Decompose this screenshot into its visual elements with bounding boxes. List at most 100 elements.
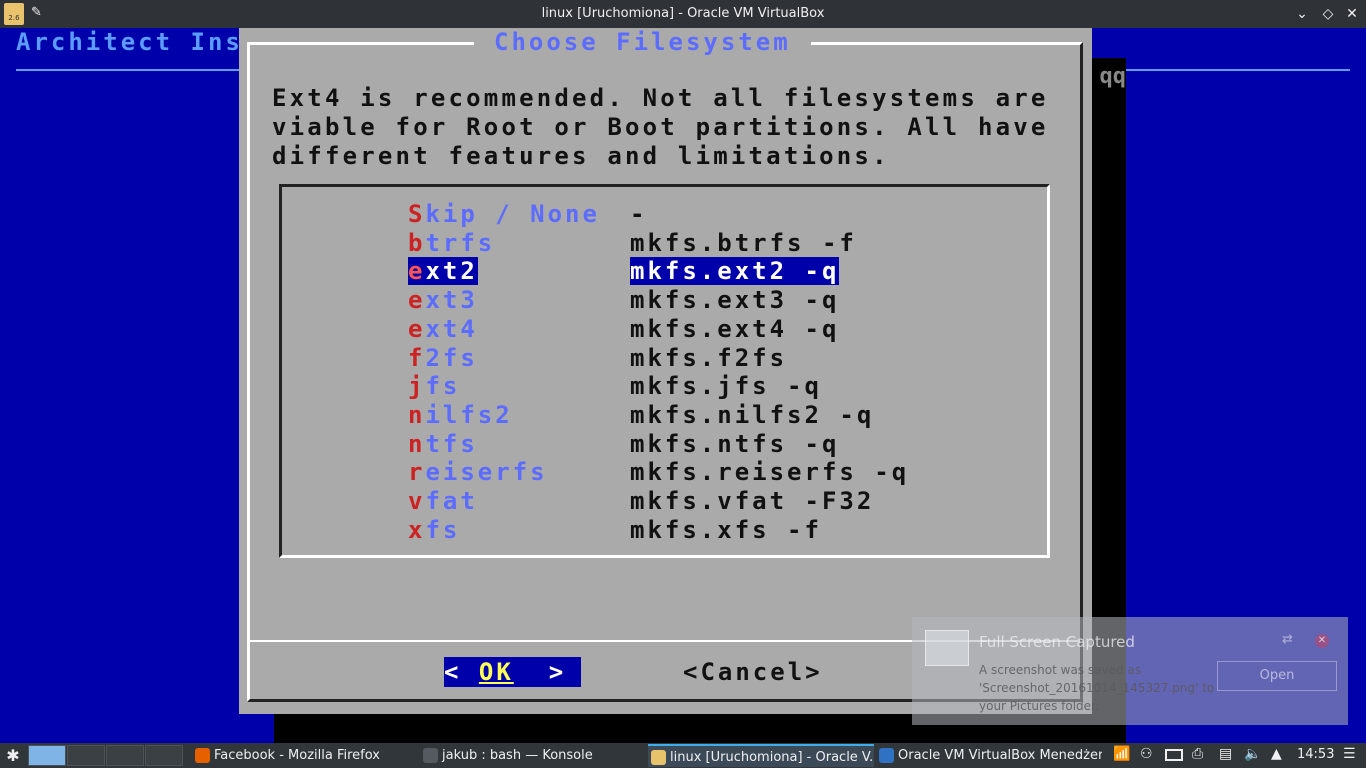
desktop-pager-3[interactable] (106, 745, 144, 766)
window-title: linux [Uruchomiona] - Oracle VM VirtualB… (541, 6, 825, 21)
filesystem-option[interactable]: reiserfs mkfs.reiserfs -q (282, 458, 1047, 486)
option-name: 2fs (425, 343, 478, 372)
task-label: Facebook - Mozilla Firefox (214, 748, 380, 763)
option-hotkey: n (408, 429, 426, 458)
printer-icon[interactable]: ⎙ (1192, 746, 1203, 762)
option-command: mkfs.ext2 -q (630, 257, 840, 286)
option-command: mkfs.ntfs -q (630, 429, 840, 458)
screenshot-notification[interactable]: Full Screen Captured ⇄ ✕ A screenshot wa… (912, 617, 1348, 725)
option-hotkey: x (408, 515, 426, 544)
filesystem-option[interactable]: Skip / None - (282, 200, 1047, 228)
minimize-button[interactable]: ⌄ (1292, 4, 1312, 24)
clock[interactable]: 14:53 (1297, 747, 1334, 762)
task-konsole[interactable]: jakub : bash — Konsole (420, 744, 646, 767)
notification-close-icon[interactable]: ✕ (1315, 634, 1329, 648)
filesystem-option[interactable]: f2fs mkfs.f2fs (282, 344, 1047, 372)
filesystem-option[interactable]: btrfs mkfs.btrfs -f (282, 229, 1047, 257)
option-tag: btrfs (408, 229, 495, 257)
option-name: tfs (425, 429, 478, 458)
option-command: mkfs.ext4 -q (630, 314, 840, 343)
filesystem-option[interactable]: ntfs mkfs.ntfs -q (282, 430, 1047, 458)
task-label: jakub : bash — Konsole (442, 748, 593, 763)
task-virtualbox-vm[interactable]: linux [Uruchomiona] - Oracle V... (648, 744, 874, 767)
option-tag: reiserfs (408, 458, 548, 486)
filesystem-option[interactable]: nilfs2 mkfs.nilfs2 -q (282, 401, 1047, 429)
panel-menu-icon[interactable]: ☰ (1343, 746, 1356, 762)
option-hotkey: e (408, 257, 426, 286)
option-hotkey: f (408, 343, 426, 372)
filesystem-list: Skip / None - btrfs mkfs.btrfs -f ext2 mkfs.e… (279, 184, 1050, 558)
filesystem-option[interactable]: vfat mkfs.vfat -F32 (282, 487, 1047, 515)
option-hotkey: v (408, 487, 426, 515)
filesystem-option[interactable]: ext2 mkfs.ext2 -q (282, 257, 1047, 286)
vm-screen[interactable]: Architect Ins qq Choose Filesystem Ext4 … (0, 28, 1366, 743)
expand-tray-icon[interactable]: ▲ (1271, 746, 1282, 762)
option-command: mkfs.btrfs -f (630, 228, 857, 257)
task-firefox[interactable]: Facebook - Mozilla Firefox (192, 744, 418, 767)
filesystem-option[interactable]: jfs mkfs.jfs -q (282, 372, 1047, 400)
task-label: linux [Uruchomiona] - Oracle V... (670, 750, 874, 765)
task-virtualbox-manager[interactable]: Oracle VM VirtualBox Menedżer (876, 744, 1102, 767)
task-label: Oracle VM VirtualBox Menedżer (898, 748, 1102, 763)
dialog-title: Choose Filesystem (474, 28, 811, 56)
cancel-button[interactable]: <Cancel> (683, 657, 823, 687)
option-name: fat (425, 487, 478, 515)
dialog-description: Ext4 is recommended. Not all filesystems… (272, 84, 1049, 170)
notification-body: A screenshot was saved as 'Screenshot_20… (979, 663, 1215, 713)
desktop-pager-1[interactable] (28, 745, 66, 766)
virtualbox-vm-icon (651, 750, 666, 765)
people-icon[interactable]: ⚇ (1140, 746, 1153, 762)
option-hotkey: e (408, 314, 426, 343)
screenshot-icon (925, 630, 969, 666)
filesystem-option[interactable]: ext3 mkfs.ext3 -q (282, 286, 1047, 314)
swap-icon[interactable]: ⇄ (1282, 632, 1293, 647)
option-name: ilfs2 (425, 400, 513, 429)
filesystem-option[interactable]: ext4 mkfs.ext4 -q (282, 315, 1047, 343)
open-button[interactable]: Open (1217, 661, 1337, 691)
option-hotkey: e (408, 286, 426, 315)
clipboard-icon[interactable]: ▤ (1219, 746, 1232, 762)
taskbar: ✱ Facebook - Mozilla Firefox jakub : bas… (0, 743, 1366, 768)
option-tag: f2fs (408, 344, 478, 372)
desktop-pager-2[interactable] (67, 745, 105, 766)
application-launcher-icon[interactable]: ✱ (2, 745, 24, 766)
option-tag: ext2 (408, 257, 478, 286)
option-name: eiserfs (425, 458, 548, 487)
wifi-icon[interactable]: 📶 (1113, 746, 1130, 762)
virtualbox-manager-icon (879, 748, 894, 763)
option-command: mkfs.vfat -F32 (630, 487, 875, 515)
maximize-button[interactable]: ◇ (1318, 4, 1338, 24)
firefox-icon (195, 748, 210, 763)
installer-title: Architect Ins (16, 28, 243, 56)
option-tag: nilfs2 (408, 401, 513, 429)
desktop-pager-4[interactable] (145, 745, 183, 766)
option-command: mkfs.f2fs (630, 343, 788, 372)
option-tag: ntfs (408, 430, 478, 458)
window-titlebar: 2.6 ✎ linux [Uruchomiona] - Oracle VM Vi… (0, 0, 1366, 28)
ok-button[interactable]: < OK > (444, 657, 581, 687)
option-name: trfs (425, 228, 496, 257)
filesystem-option[interactable]: xfs mkfs.xfs -f (282, 516, 1047, 544)
battery-icon[interactable] (1165, 749, 1183, 761)
konsole-icon (423, 748, 438, 763)
option-name: xt3 (425, 286, 478, 315)
option-tag: xfs (408, 516, 460, 544)
ok-right-bracket: > (513, 658, 567, 686)
option-command: mkfs.xfs -f (630, 515, 822, 544)
option-tag: vfat (408, 487, 478, 515)
option-command: mkfs.reiserfs -q (630, 458, 910, 487)
volume-icon[interactable]: 🔈 (1244, 746, 1261, 762)
option-tag: ext4 (408, 315, 478, 343)
choose-filesystem-dialog: Choose Filesystem Ext4 is recommended. N… (239, 28, 1092, 714)
option-hotkey: S (408, 200, 426, 228)
notification-title: Full Screen Captured (979, 633, 1135, 651)
option-tag: ext3 (408, 286, 478, 314)
option-name: fs (425, 372, 461, 401)
close-window-button[interactable]: ✕ (1342, 4, 1362, 24)
option-tag: Skip / None (408, 200, 600, 228)
option-hotkey: r (408, 458, 426, 487)
option-command: - (630, 200, 648, 228)
option-name: xt2 (425, 257, 478, 286)
option-command: mkfs.ext3 -q (630, 286, 840, 315)
option-hotkey: j (408, 372, 426, 401)
